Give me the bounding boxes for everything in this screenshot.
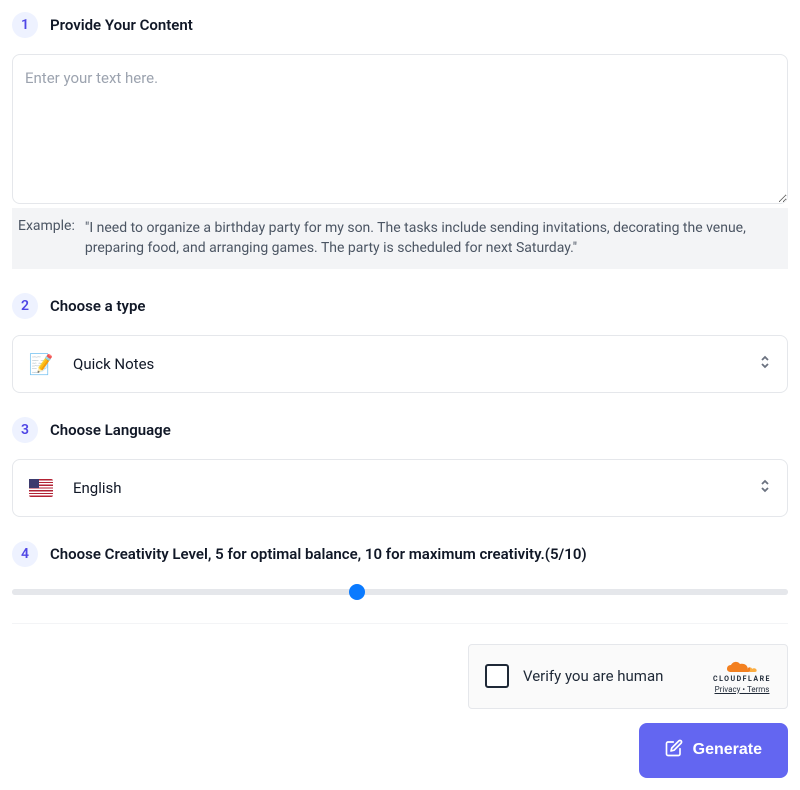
step-2-number: 2: [12, 293, 38, 319]
captcha-terms-link[interactable]: Terms: [747, 685, 769, 694]
cloudflare-brand: CLOUDFLARE Privacy • Terms: [713, 659, 771, 694]
step-1-number: 1: [12, 12, 38, 38]
cloudflare-cloud-icon: [726, 659, 758, 676]
step-2-title: Choose a type: [50, 297, 145, 315]
footer: Verify you are human CLOUDFLARE Privacy …: [12, 644, 788, 778]
flag-us-icon: [29, 476, 53, 500]
step-3-section: 3 Choose Language English: [12, 417, 788, 517]
captcha-checkbox[interactable]: [485, 664, 509, 688]
generate-button[interactable]: Generate: [639, 723, 788, 778]
cloudflare-text: CLOUDFLARE: [713, 676, 771, 683]
step-2-header: 2 Choose a type: [12, 293, 788, 319]
step-3-number: 3: [12, 417, 38, 443]
slider-thumb[interactable]: [349, 584, 365, 600]
step-1-title: Provide Your Content: [50, 16, 193, 34]
language-select[interactable]: English: [12, 459, 788, 517]
example-box: Example: "I need to organize a birthday …: [12, 208, 788, 269]
language-select-value: English: [73, 479, 739, 497]
example-label: Example:: [18, 218, 75, 259]
captcha-label: Verify you are human: [523, 667, 699, 685]
content-input[interactable]: [12, 54, 788, 204]
step-4-header: 4 Choose Creativity Level, 5 for optimal…: [12, 541, 788, 567]
generate-button-label: Generate: [693, 741, 762, 759]
example-text: "I need to organize a birthday party for…: [85, 218, 782, 259]
type-select[interactable]: 📝 Quick Notes: [12, 335, 788, 393]
chevron-updown-icon: [759, 478, 771, 498]
notes-icon: 📝: [29, 352, 53, 376]
step-3-title: Choose Language: [50, 421, 171, 439]
step-4-number: 4: [12, 541, 38, 567]
chevron-updown-icon: [759, 354, 771, 374]
step-2-section: 2 Choose a type 📝 Quick Notes: [12, 293, 788, 393]
captcha-widget: Verify you are human CLOUDFLARE Privacy …: [468, 644, 788, 709]
creativity-slider[interactable]: [12, 589, 788, 595]
step-1-section: 1 Provide Your Content Example: "I need …: [12, 12, 788, 269]
edit-icon: [665, 739, 683, 762]
captcha-privacy-link[interactable]: Privacy: [715, 685, 741, 694]
slider-fill: [12, 589, 788, 595]
divider: [12, 623, 788, 624]
type-select-value: Quick Notes: [73, 355, 739, 373]
step-1-header: 1 Provide Your Content: [12, 12, 788, 38]
captcha-links: Privacy • Terms: [715, 685, 770, 694]
step-3-header: 3 Choose Language: [12, 417, 788, 443]
step-4-title: Choose Creativity Level, 5 for optimal b…: [50, 545, 587, 563]
step-4-section: 4 Choose Creativity Level, 5 for optimal…: [12, 541, 788, 595]
